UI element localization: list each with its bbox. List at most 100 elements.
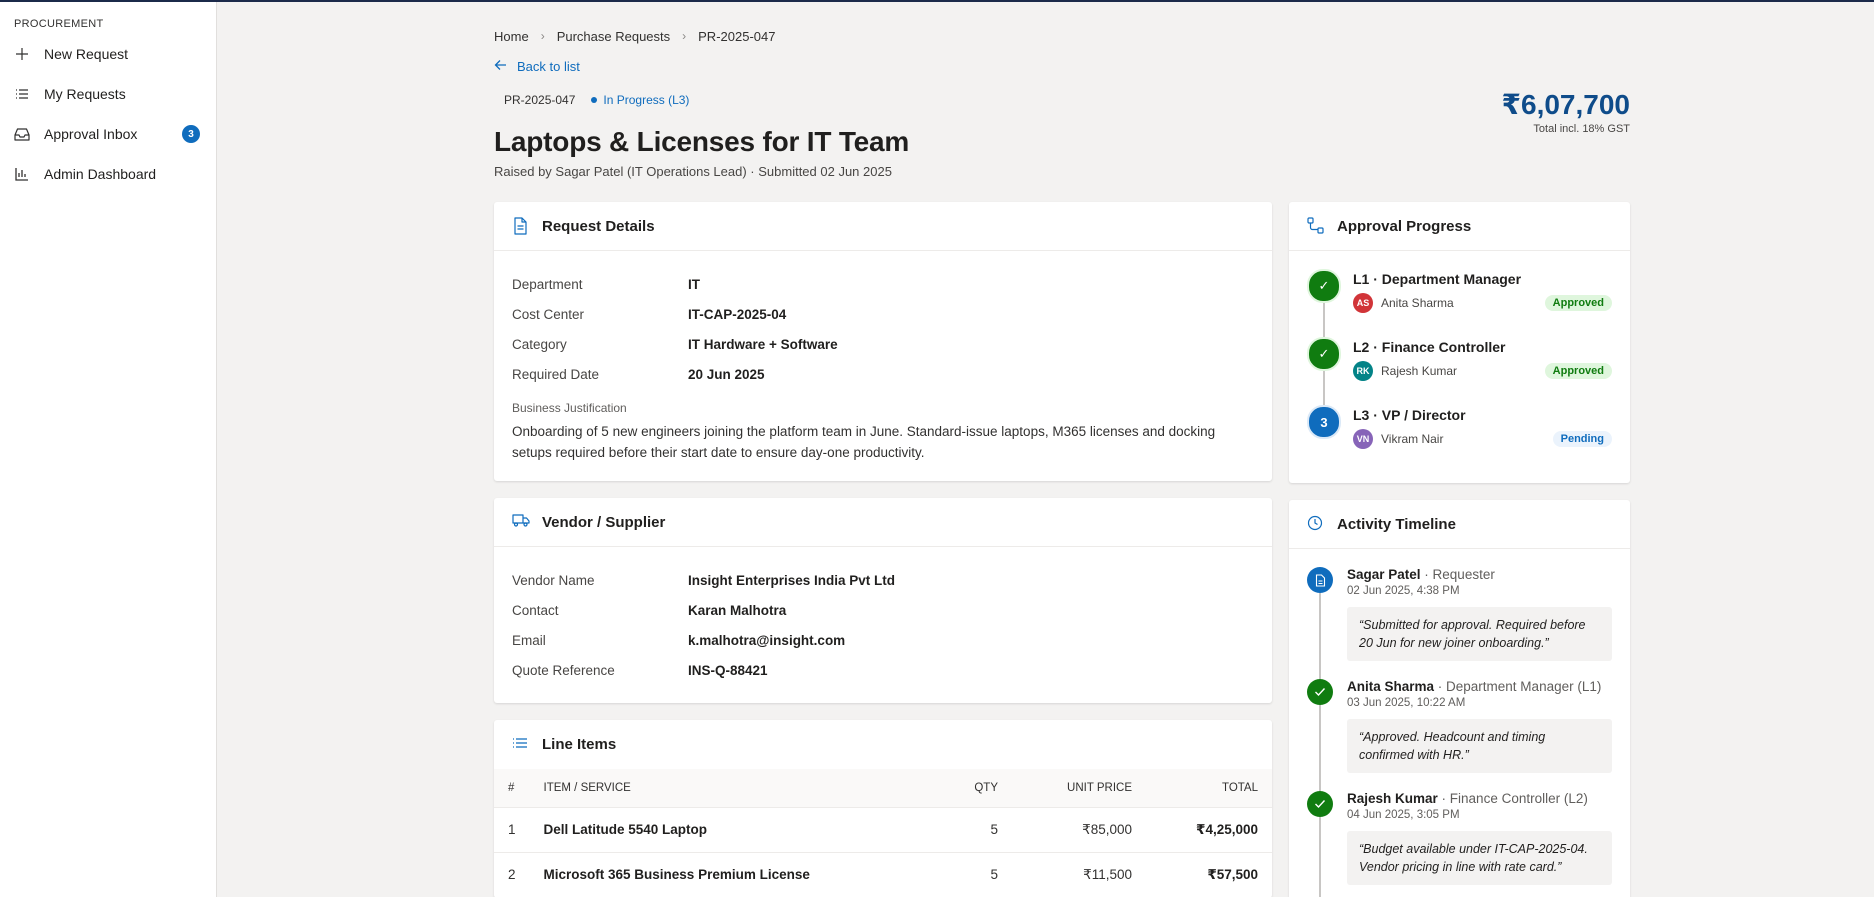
sidebar-item-admin-dashboard[interactable]: Admin Dashboard	[0, 154, 216, 194]
status-badge: Approved	[1544, 295, 1612, 311]
step-title: L3 · VP / Director	[1353, 407, 1466, 423]
detail-key: Department	[512, 276, 583, 292]
actor-name: Sagar Patel	[1347, 567, 1421, 582]
item-qty: 5	[932, 807, 1012, 853]
check-icon	[1307, 679, 1333, 705]
step-connector	[1323, 301, 1325, 339]
justification-text: Onboarding of 5 new engineers joining th…	[512, 424, 1216, 460]
status-badge: Approved	[1544, 363, 1612, 379]
plus-icon	[14, 46, 30, 62]
timestamp: 04 Jun 2025, 3:05 PM	[1347, 809, 1460, 821]
sidebar-item-new-request[interactable]: New Request	[0, 34, 216, 74]
request-details-card: Request Details Department IT Cost Center…	[494, 202, 1272, 481]
sidebar-item-label: New Request	[44, 46, 129, 62]
list-icon	[14, 86, 30, 102]
breadcrumb-current: PR-2025-047	[698, 28, 776, 44]
breadcrumb-purchase-requests[interactable]: Purchase Requests	[557, 29, 670, 44]
vendor-key: Quote Reference	[512, 662, 615, 678]
comment-quote: “Submitted for approval. Required before…	[1347, 607, 1612, 661]
column-header: TOTAL	[1146, 769, 1272, 808]
actor-name: Anita Sharma	[1347, 679, 1435, 694]
timeline-connector	[1319, 817, 1321, 897]
item-total: ₹57,500	[1146, 852, 1272, 897]
document-icon	[1307, 567, 1333, 593]
chevron-right-icon: ›	[682, 29, 687, 43]
vendor-email[interactable]: k.malhotra@insight.com	[688, 633, 845, 648]
timeline-connector	[1319, 593, 1321, 679]
back-to-list-link[interactable]: Back to list	[494, 56, 1630, 76]
flow-icon	[1307, 217, 1325, 235]
step-title: L1 · Department Manager	[1353, 271, 1522, 287]
item-unit-price: ₹11,500	[1012, 852, 1146, 897]
vendor-key: Contact	[512, 602, 559, 618]
vendor-key: Email	[512, 632, 546, 648]
card-title: Vendor / Supplier	[542, 513, 666, 531]
column-header: ITEM / SERVICE	[529, 769, 932, 808]
request-subtitle: Raised by Sagar Patel (IT Operations Lea…	[494, 164, 892, 179]
row-number: 2	[494, 852, 530, 897]
item-qty: 5	[932, 852, 1012, 897]
detail-row: Required Date 20 Jun 2025	[512, 359, 1254, 389]
actor-name: Rajesh Kumar	[1347, 791, 1438, 806]
chevron-right-icon: ›	[540, 29, 545, 43]
step-number-marker: 3	[1307, 405, 1341, 439]
timeline-item: Anita Sharma · Department Manager (L1) 0…	[1307, 679, 1612, 791]
timestamp: 02 Jun 2025, 4:38 PM	[1347, 585, 1460, 597]
detail-value: IT	[688, 276, 700, 292]
detail-value: 20 Jun 2025	[688, 366, 765, 382]
sidebar-item-label: My Requests	[44, 86, 126, 102]
row-number: 1	[494, 807, 530, 853]
activity-timeline-card: Activity Timeline Sagar Patel · Requeste…	[1289, 500, 1630, 897]
line-items-card: Line Items # ITEM / SERVICE QTY UNIT PRI…	[494, 720, 1272, 897]
approval-step: ✓ L2 · Finance Controller RK Rajesh Kuma…	[1307, 337, 1612, 407]
timeline-item: Rajesh Kumar · Finance Controller (L2) 0…	[1307, 791, 1612, 897]
status-badge: In Progress (L3)	[591, 93, 689, 107]
request-id: PR-2025-047	[504, 93, 576, 107]
total-summary: ₹6,07,700 Total incl. 18% GST	[1502, 88, 1630, 135]
status-label: In Progress (L3)	[603, 93, 690, 107]
step-connector	[1323, 369, 1325, 407]
vendor-value: Karan Malhotra	[688, 602, 787, 618]
sidebar-item-my-requests[interactable]: My Requests	[0, 74, 216, 114]
breadcrumb: Home › Purchase Requests › PR-2025-047	[494, 26, 1630, 46]
detail-row: Cost Center IT-CAP-2025-04	[512, 299, 1254, 329]
table-header-row: # ITEM / SERVICE QTY UNIT PRICE TOTAL	[494, 769, 1272, 808]
table-row: 1 Dell Latitude 5540 Laptop 5 ₹85,000 ₹4…	[494, 807, 1272, 853]
item-name: Dell Latitude 5540 Laptop	[529, 807, 932, 853]
comment-quote: “Approved. Headcount and timing confirme…	[1347, 719, 1612, 773]
detail-value: IT Hardware + Software	[688, 336, 838, 352]
vendor-row: Quote Reference INS-Q-88421	[512, 655, 1254, 685]
approver-name: Vikram Nair	[1381, 432, 1444, 446]
vendor-card: Vendor / Supplier Vendor Name Insight Ent…	[494, 498, 1272, 703]
item-name: Microsoft 365 Business Premium License	[529, 852, 932, 897]
sidebar-item-label: Admin Dashboard	[44, 166, 157, 182]
total-note: Total incl. 18% GST	[1533, 123, 1630, 135]
actor-role: · Department Manager (L1)	[1434, 679, 1602, 694]
justification-label: Business Justification	[512, 401, 627, 415]
sidebar-section-label: PROCUREMENT	[14, 18, 104, 30]
main-content: Home › Purchase Requests › PR-2025-047 B…	[494, 2, 1630, 897]
check-icon: ✓	[1307, 269, 1341, 303]
breadcrumb-home[interactable]: Home	[494, 29, 529, 44]
approval-progress-card: Approval Progress ✓ L1 · Department Mana…	[1289, 202, 1630, 483]
inbox-count-badge: 3	[182, 125, 200, 143]
arrow-left-icon	[494, 58, 507, 74]
actor-role: · Requester	[1420, 567, 1495, 582]
detail-row: Department IT	[512, 269, 1254, 299]
approver-name: Rajesh Kumar	[1381, 364, 1458, 378]
timeline-connector	[1319, 705, 1321, 791]
bar-chart-icon	[14, 166, 30, 182]
status-badge: Pending	[1552, 431, 1612, 447]
status-dot-icon	[591, 97, 598, 103]
inbox-icon	[14, 126, 30, 142]
timestamp: 03 Jun 2025, 10:22 AM	[1347, 697, 1466, 709]
avatar: RK	[1353, 361, 1373, 381]
list-icon	[512, 736, 530, 754]
back-link-label: Back to list	[517, 58, 580, 74]
document-icon	[512, 217, 530, 235]
item-unit-price: ₹85,000	[1012, 807, 1146, 853]
actor-role: · Finance Controller (L2)	[1437, 791, 1588, 806]
sidebar-item-approval-inbox[interactable]: Approval Inbox 3	[0, 114, 216, 154]
truck-icon	[512, 513, 530, 531]
check-icon: ✓	[1307, 337, 1341, 371]
